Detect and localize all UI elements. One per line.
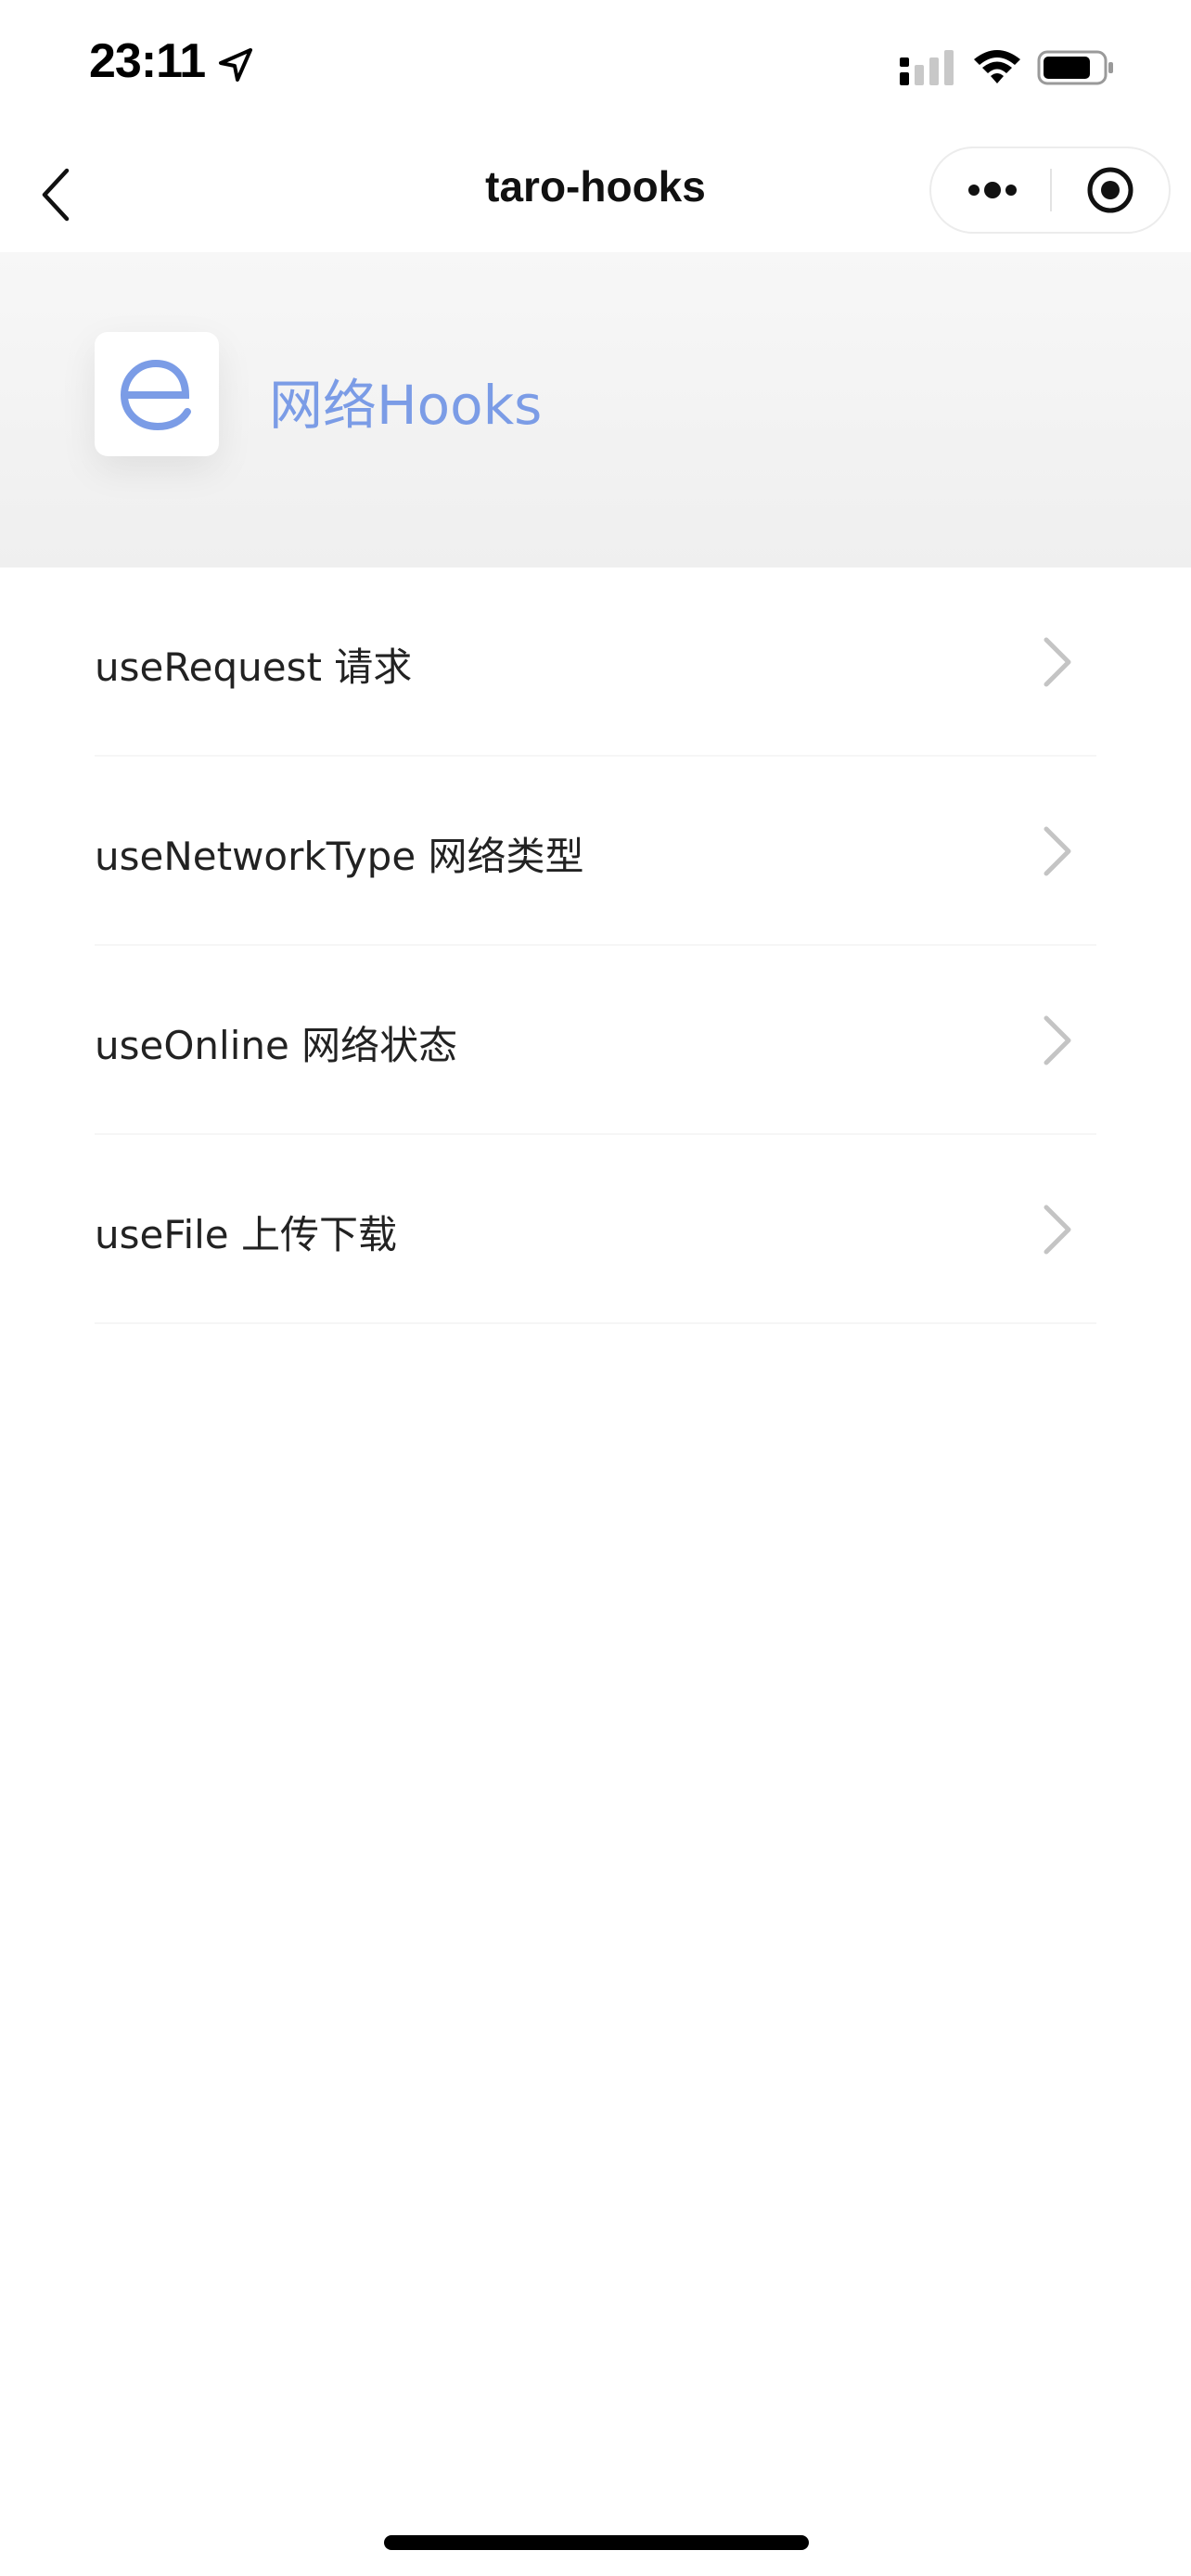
status-time: 23:11 <box>89 34 206 88</box>
menu-list: useRequest 请求 useNetworkType 网络类型 useOnl… <box>0 567 1191 1324</box>
e-logo-icon <box>120 359 191 431</box>
page-title: 网络Hooks <box>269 374 543 437</box>
list-item-userequest[interactable]: useRequest 请求 <box>0 567 1191 757</box>
list-item-label: useFile 上传下载 <box>95 1212 397 1257</box>
menu-capsule <box>929 147 1171 234</box>
wifi-icon <box>974 50 1020 83</box>
list-item-usenetworktype[interactable]: useNetworkType 网络类型 <box>0 757 1191 946</box>
battery-icon <box>1037 50 1113 85</box>
chevron-right-icon <box>1044 826 1071 876</box>
list-item-label: useOnline 网络状态 <box>95 1023 458 1068</box>
list-item-usefile[interactable]: useFile 上传下载 <box>0 1135 1191 1324</box>
logo <box>95 332 219 456</box>
list-divider <box>95 1322 1096 1324</box>
more-dots-icon[interactable] <box>931 148 1050 232</box>
chevron-right-icon <box>1044 1205 1071 1255</box>
list-item-label: useRequest 请求 <box>95 644 413 690</box>
location-arrow-icon <box>219 48 252 82</box>
chevron-right-icon <box>1044 637 1071 687</box>
home-indicator <box>384 2535 809 2550</box>
chevron-right-icon <box>1044 1015 1071 1065</box>
status-bar: 23:11 <box>0 0 1191 137</box>
close-target-icon[interactable] <box>1052 148 1169 232</box>
cellular-signal-icon <box>900 50 954 85</box>
list-item-useonline[interactable]: useOnline 网络状态 <box>0 946 1191 1135</box>
navigation-bar: taro-hooks <box>0 137 1191 252</box>
header-banner: 网络Hooks <box>0 252 1191 567</box>
list-item-label: useNetworkType 网络类型 <box>95 834 584 879</box>
